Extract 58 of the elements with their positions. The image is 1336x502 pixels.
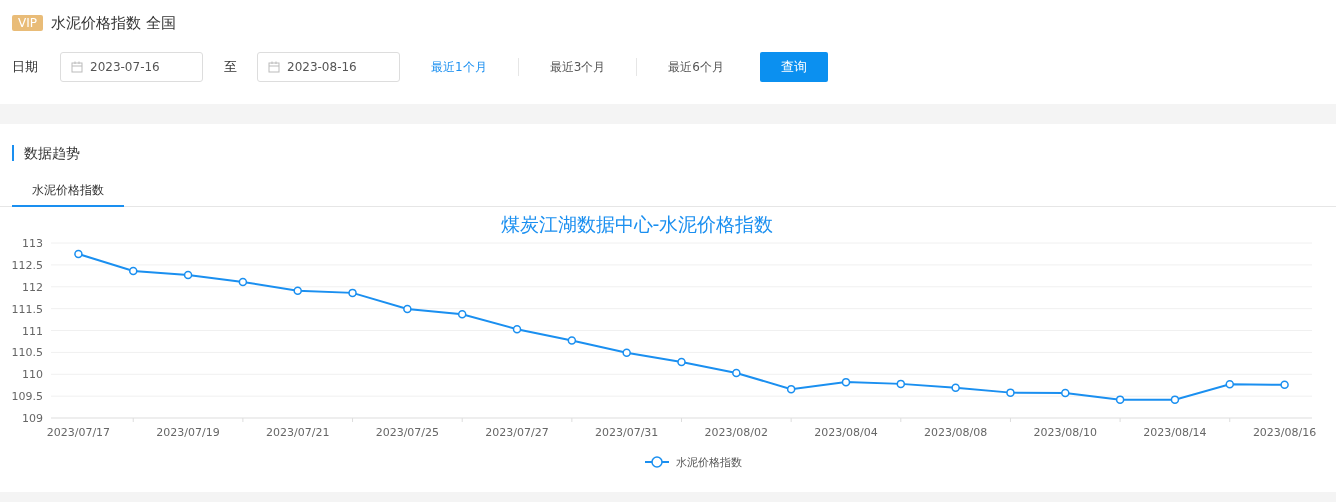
y-axis-label: 113 <box>22 237 43 250</box>
data-point <box>512 324 522 334</box>
data-point <box>1006 388 1015 397</box>
data-point <box>348 288 357 298</box>
data-point <box>841 377 851 387</box>
range-separator: 至 <box>222 58 238 76</box>
x-axis-label: 2023/07/27 <box>485 426 549 439</box>
data-point <box>896 379 906 389</box>
chart-tab[interactable]: 水泥价格指数 <box>12 178 124 207</box>
legend-label: 水泥价格指数 <box>676 456 742 469</box>
data-point <box>129 266 138 276</box>
x-axis-label: 2023/08/04 <box>814 426 878 439</box>
data-point <box>238 277 248 287</box>
data-point <box>183 270 193 280</box>
x-axis-label: 2023/07/17 <box>46 426 111 439</box>
data-point <box>622 348 631 358</box>
x-axis-label: 2023/07/31 <box>594 426 659 439</box>
data-point <box>567 336 577 345</box>
data-point <box>1225 380 1234 389</box>
date-field[interactable]: 2023-08-16 <box>257 52 400 82</box>
vip-badge: VIP <box>12 15 43 31</box>
x-axis-label: 2023/07/19 <box>156 426 220 439</box>
date-field[interactable]: 2023-07-16 <box>60 52 203 82</box>
data-point <box>677 357 686 367</box>
x-axis-label: 2023/08/14 <box>1143 426 1207 439</box>
y-axis-label: 110.5 <box>11 346 43 360</box>
chart-title: 煤炭江湖数据中心-水泥价格指数 <box>500 213 774 235</box>
y-axis-label: 109 <box>22 412 43 425</box>
data-point <box>786 384 796 394</box>
data-point <box>1061 388 1070 398</box>
y-axis-label: 111.5 <box>11 302 43 316</box>
data-point <box>1280 380 1289 389</box>
y-axis-label: 109.5 <box>11 390 43 404</box>
data-point <box>457 310 467 319</box>
data-point <box>951 383 960 393</box>
range-link[interactable]: 最近6个月 <box>667 58 725 76</box>
data-point <box>1115 395 1125 404</box>
x-axis-label: 2023/07/25 <box>375 426 440 439</box>
y-axis-label: 110 <box>22 368 43 382</box>
range-link[interactable]: 最近1个月 <box>430 58 488 76</box>
page-title: 水泥价格指数 全国 <box>51 13 176 33</box>
x-axis-label: 2023/08/08 <box>923 426 988 439</box>
y-axis-label: 112.5 <box>11 258 43 272</box>
data-point <box>732 368 741 378</box>
data-point <box>74 249 83 259</box>
y-axis-label: 111 <box>22 324 43 338</box>
date-label: 日期 <box>12 58 39 76</box>
x-axis-label: 2023/08/10 <box>1033 426 1097 439</box>
data-point <box>293 286 302 295</box>
x-axis-label: 2023/08/02 <box>704 426 769 439</box>
data-point <box>403 304 412 314</box>
data-point <box>1170 395 1180 404</box>
range-link[interactable]: 最近3个月 <box>548 58 607 76</box>
x-axis-label: 2023/08/16 <box>1252 426 1317 439</box>
x-axis-label: 2023/07/21 <box>266 426 330 439</box>
y-axis-label: 112 <box>22 280 43 294</box>
section-title: 数据趋势 <box>12 145 80 161</box>
legend-icon <box>644 456 670 468</box>
